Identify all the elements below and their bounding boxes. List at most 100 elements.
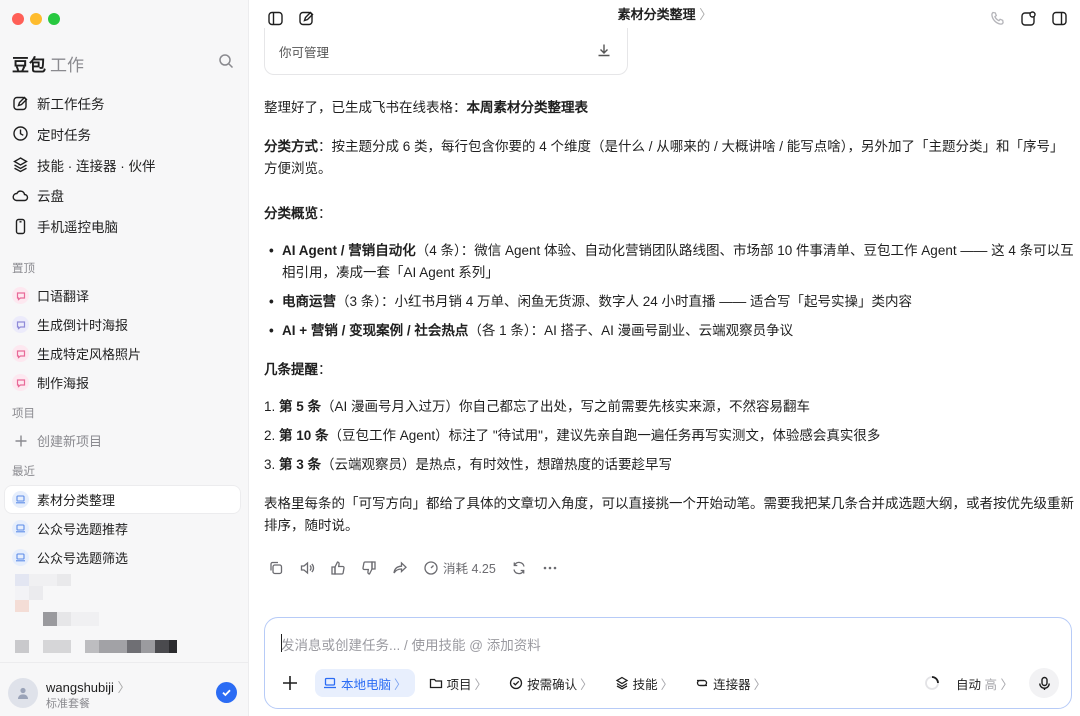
laptop-icon (324, 677, 336, 689)
layers-icon (615, 676, 628, 690)
sidebar-item-label: 定时任务 (37, 127, 91, 143)
chat-label: 生成特定风格照片 (37, 347, 142, 362)
composer-toolbar: 本地电脑〉 项目〉 按需确认〉 技能〉 连接器〉 自动 高 〉 (279, 668, 1059, 698)
chat-icon (12, 345, 29, 362)
minimize-window-button[interactable] (30, 13, 42, 25)
avatar (8, 678, 38, 708)
page-title[interactable]: 素材分类整理 〉 (250, 4, 1080, 23)
download-icon[interactable] (597, 43, 611, 57)
mode-selector[interactable]: 自动 高 〉 (956, 674, 1013, 693)
file-card[interactable]: 你可管理 (264, 28, 628, 75)
window-controls (12, 13, 60, 25)
chat-icon (12, 374, 29, 391)
message-actions: 消耗 4.25 (268, 558, 558, 577)
folder-icon (429, 678, 442, 689)
recent-chat-item[interactable]: 公众号选题筛选 (0, 543, 241, 572)
chat-label: 制作海报 (37, 376, 90, 391)
composer-input[interactable]: 发消息或创建任务... / 使用技能 @ 添加资料 (281, 634, 541, 654)
thumbs-down-icon[interactable] (361, 560, 377, 576)
user-profile[interactable]: wangshubiji 〉 标准套餐 (0, 662, 249, 716)
regenerate-icon[interactable] (511, 560, 527, 576)
main-panel: 素材分类整理 〉 你可管理 整理好了，已生成飞书在线表格：本周素材分类整理表 分… (250, 0, 1080, 716)
pinned-chat-item[interactable]: 生成倒计时海报 (0, 310, 241, 339)
chip-local-computer[interactable]: 本地电脑〉 (315, 669, 415, 697)
text-caret (281, 634, 282, 652)
laptop-icon (12, 549, 29, 566)
microphone-button[interactable] (1029, 668, 1059, 698)
sidebar-nav: 新工作任务 定时任务 技能 · 连接器 · 伙伴 云盘 手机遥控电脑 (0, 88, 249, 242)
maximize-window-button[interactable] (48, 13, 60, 25)
create-project-button[interactable]: 创建新项目 (0, 426, 241, 455)
recent-chat-item[interactable]: 公众号选题推荐 (0, 514, 241, 543)
share-window-icon[interactable] (1020, 10, 1037, 27)
edit-icon (13, 96, 28, 110)
chip-skills[interactable]: 技能〉 (607, 669, 682, 697)
user-plan: 标准套餐 (46, 698, 90, 710)
microphone-icon (1038, 676, 1050, 690)
list-item: AI Agent / 营销自动化（4 条）：微信 Agent 体验、自动化营销团… (264, 240, 1076, 284)
reminder-list: 1. 第 5 条（AI 漫画号月入过万）你自己都忘了出处，写之前需要先核实来源，… (264, 396, 1076, 483)
sidebar-item-skills[interactable]: 技能 · 连接器 · 伙伴 (0, 150, 249, 180)
more-icon[interactable] (542, 560, 558, 576)
cloud-icon (12, 190, 29, 202)
chat-label: 公众号选题推荐 (37, 522, 129, 537)
chip-connectors[interactable]: 连接器〉 (687, 669, 774, 697)
pinned-chat-item[interactable]: 制作海报 (0, 368, 241, 397)
chat-icon (12, 287, 29, 304)
chat-label: 公众号选题筛选 (37, 551, 129, 566)
sidebar-item-remote[interactable]: 手机遥控电脑 (0, 211, 249, 241)
sidebar-item-new-task[interactable]: 新工作任务 (0, 88, 249, 118)
phone-icon (15, 218, 26, 234)
message-heading: 分类概览： (264, 206, 332, 221)
gauge-icon (424, 560, 438, 575)
message-paragraph: 表格里每条的「可写方向」都给了具体的文章切入角度，可以直接挑一个开始动笔。需要我… (264, 496, 1074, 533)
chat-icon (12, 316, 29, 333)
search-icon[interactable] (218, 53, 234, 69)
plus-icon[interactable] (279, 672, 301, 694)
sidebar-item-scheduled[interactable]: 定时任务 (0, 119, 249, 149)
message-heading: 几条提醒： (264, 362, 332, 377)
sidebar-item-label: 技能 · 连接器 · 伙伴 (37, 158, 156, 174)
message-composer[interactable]: 发消息或创建任务... / 使用技能 @ 添加资料 本地电脑〉 项目〉 按需确认… (264, 617, 1072, 709)
file-card-text: 你可管理 (279, 46, 330, 60)
chat-label: 口语翻译 (37, 289, 90, 304)
section-label-projects: 项目 (12, 408, 35, 420)
plus-icon (12, 432, 29, 449)
sidebar-item-cloud[interactable]: 云盘 (0, 180, 249, 210)
message-paragraph: 分类方式：按主题分成 6 类，每行包含你要的 4 个维度（是什么 / 从哪来的 … (264, 139, 1064, 176)
chat-label: 生成倒计时海报 (37, 318, 129, 333)
close-window-button[interactable] (12, 13, 24, 25)
brand-name: 豆包 (12, 56, 46, 75)
user-name: wangshubiji 〉 (46, 680, 131, 695)
user-icon (18, 687, 28, 699)
laptop-icon (12, 520, 29, 537)
check-icon[interactable] (216, 682, 237, 703)
sidebar-item-label: 云盘 (37, 189, 64, 205)
connector-icon (696, 679, 708, 687)
list-item: 电商运营（3 条）：小红书月销 4 万单、闲鱼无货源、数字人 24 小时直播 —… (264, 291, 1076, 313)
share-icon[interactable] (392, 560, 408, 576)
chip-project[interactable]: 项目〉 (421, 669, 496, 697)
cost-text: 消耗 4.25 (443, 562, 496, 576)
thumbs-up-icon[interactable] (330, 560, 346, 576)
recent-chat-item-active[interactable]: 素材分类整理 (4, 485, 241, 514)
list-item: 3. 第 3 条（云端观察员）是热点，有时效性，想蹭热度的话要趁早写 (264, 457, 673, 472)
sidebar: 豆包 工作 新工作任务 定时任务 技能 · 连接器 · 伙伴 云盘 手机遥控电脑 … (0, 0, 249, 716)
layers-icon (13, 157, 28, 173)
copy-icon[interactable] (268, 560, 284, 576)
category-list: AI Agent / 营销自动化（4 条）：微信 Agent 体验、自动化营销团… (264, 240, 1076, 349)
pinned-chat-item[interactable]: 口语翻译 (0, 281, 241, 310)
check-circle-icon (509, 676, 523, 690)
section-label-recent: 最近 (12, 466, 35, 478)
create-project-label: 创建新项目 (37, 434, 103, 449)
speaker-icon[interactable] (299, 560, 315, 576)
app-brand: 豆包 工作 (12, 51, 84, 76)
pinned-chat-item[interactable]: 生成特定风格照片 (0, 339, 241, 368)
section-label-pinned: 置顶 (12, 263, 35, 275)
brand-sub: 工作 (50, 56, 84, 75)
phone-call-icon[interactable] (989, 10, 1006, 27)
chip-confirm[interactable]: 按需确认〉 (501, 669, 601, 697)
list-item: AI + 营销 / 变现案例 / 社会热点（各 1 条）：AI 搭子、AI 漫画… (264, 320, 1076, 342)
panel-toggle-icon[interactable] (1051, 10, 1068, 27)
sidebar-item-label: 新工作任务 (37, 97, 105, 112)
